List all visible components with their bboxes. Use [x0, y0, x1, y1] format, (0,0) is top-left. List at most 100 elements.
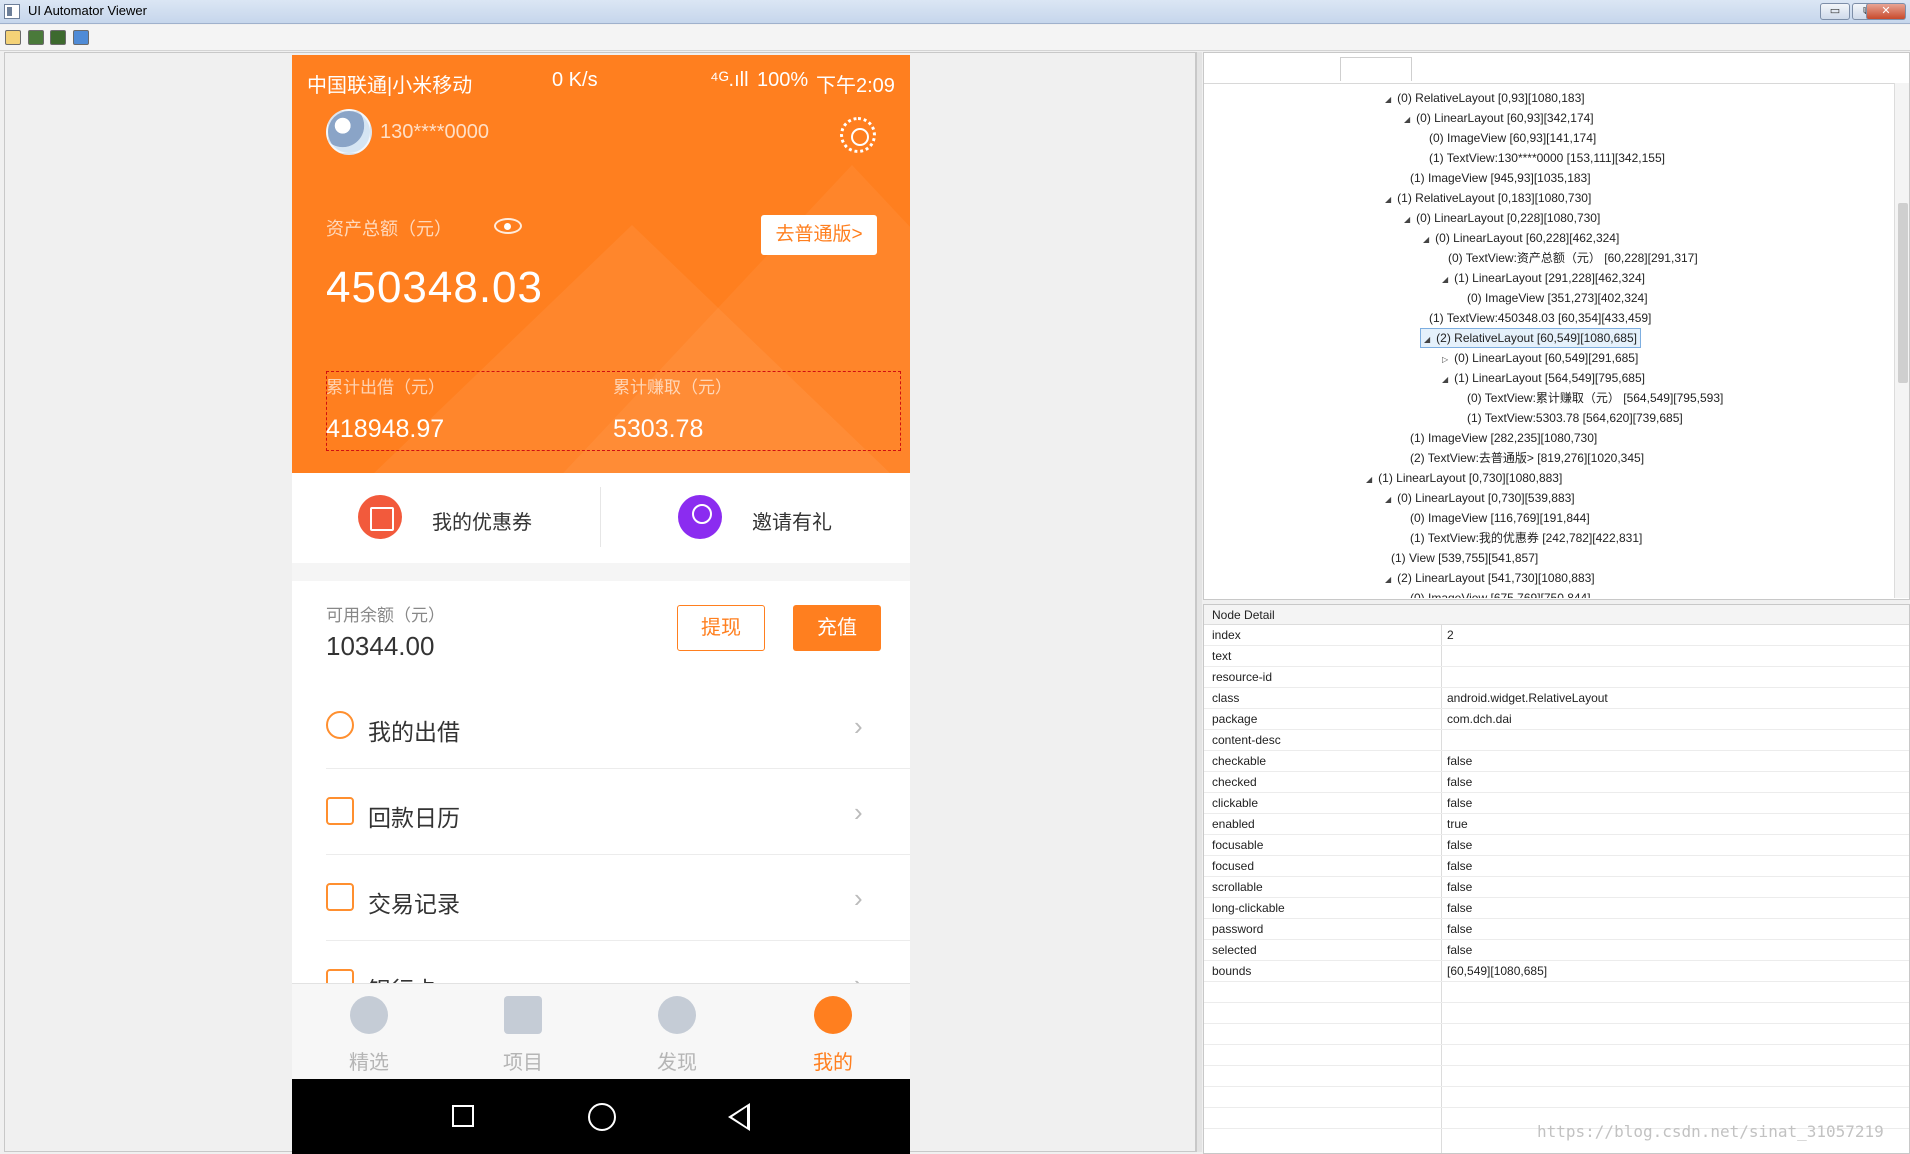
expand-toggle-icon[interactable]: ◢	[1424, 335, 1430, 344]
avatar[interactable]	[326, 109, 372, 155]
detail-value[interactable]: com.dch.dai	[1447, 709, 1907, 729]
node-detail-row[interactable]: selected false	[1204, 940, 1909, 961]
tree-node[interactable]: (0) ImageView [116,769][191,844]	[1401, 508, 1593, 528]
expand-toggle-icon[interactable]: ◢	[1385, 575, 1391, 584]
node-detail-row[interactable]: package com.dch.dai	[1204, 709, 1909, 730]
tree-node[interactable]: ◢ (1) RelativeLayout [0,183][1080,730]	[1382, 188, 1594, 208]
home-icon[interactable]	[588, 1103, 616, 1131]
menu-item-repayment-calendar[interactable]: 回款日历 ›	[326, 769, 910, 855]
node-detail-row[interactable]: focusable false	[1204, 835, 1909, 856]
node-detail-row[interactable]: index 2	[1204, 625, 1909, 646]
tree-node[interactable]: (1) TextView:5303.78 [564,620][739,685]	[1458, 408, 1686, 428]
node-detail-row[interactable]: long-clickable false	[1204, 898, 1909, 919]
tree-node[interactable]: (0) ImageView [351,273][402,324]	[1458, 288, 1651, 308]
device-screenshot[interactable]: 中国联通|小米移动 0 K/s ⁴ᴳ.ıll 100% 下午2:09 130**…	[292, 55, 910, 1154]
tree-node[interactable]: ◢ (1) LinearLayout [564,549][795,685]	[1439, 368, 1648, 388]
tree-node[interactable]: ◢ (0) LinearLayout [60,228][462,324]	[1420, 228, 1622, 248]
tree-node[interactable]: (1) TextView:130****0000 [153,111][342,1…	[1420, 148, 1668, 168]
tree-node[interactable]: ◢ (0) RelativeLayout [0,93][1080,183]	[1382, 88, 1588, 108]
expand-toggle-icon[interactable]: ◢	[1442, 275, 1448, 284]
tree-node[interactable]: ▷ (0) LinearLayout [60,549][291,685]	[1439, 348, 1641, 368]
tree-scrollbar[interactable]	[1894, 83, 1909, 598]
tree-node[interactable]: (1) View [539,755][541,857]	[1382, 548, 1541, 568]
tree-scroll-thumb[interactable]	[1898, 203, 1908, 383]
normal-version-button[interactable]: 去普通版>	[761, 215, 877, 255]
tree-node[interactable]: (2) TextView:去普通版> [819,276][1020,345]	[1401, 448, 1647, 468]
node-detail-row[interactable]: content-desc	[1204, 730, 1909, 751]
expand-toggle-icon[interactable]: ▷	[1442, 355, 1448, 364]
menu-item-bank-card[interactable]: 银行卡 ›	[326, 941, 910, 983]
node-detail-row[interactable]: password false	[1204, 919, 1909, 940]
tree-node[interactable]: (1) TextView:450348.03 [60,354][433,459]	[1420, 308, 1654, 328]
tree-node[interactable]: ◢ (0) LinearLayout [0,228][1080,730]	[1401, 208, 1603, 228]
expand-toggle-icon[interactable]: ◢	[1366, 475, 1372, 484]
tree-node[interactable]: ◢ (1) LinearLayout [291,228][462,324]	[1439, 268, 1648, 288]
back-icon[interactable]	[728, 1103, 750, 1131]
save-icon[interactable]	[73, 30, 89, 45]
close-button[interactable]: ✕	[1866, 3, 1906, 20]
settings-gear-icon[interactable]	[840, 117, 876, 153]
node-detail-row[interactable]: class android.widget.RelativeLayout	[1204, 688, 1909, 709]
detail-value[interactable]: false	[1447, 835, 1907, 855]
node-detail-row[interactable]: focused false	[1204, 856, 1909, 877]
tree-node[interactable]: (0) ImageView [60,93][141,174]	[1420, 128, 1599, 148]
my-coupons-label[interactable]: 我的优惠券	[432, 506, 532, 535]
withdraw-button[interactable]: 提现	[677, 605, 765, 651]
menu-item-transactions[interactable]: 交易记录 ›	[326, 855, 910, 941]
device-screenshot-icon[interactable]	[28, 30, 44, 45]
tree-node[interactable]: ◢ (2) RelativeLayout [60,549][1080,685]	[1420, 328, 1641, 348]
menu-item-my-lending[interactable]: 我的出借 ›	[326, 683, 910, 769]
detail-value[interactable]: false	[1447, 856, 1907, 876]
tab-discover[interactable]: 发现	[600, 984, 754, 1080]
tree-node[interactable]: (1) ImageView [282,235][1080,730]	[1401, 428, 1600, 448]
node-detail-row[interactable]: clickable false	[1204, 793, 1909, 814]
detail-value[interactable]: false	[1447, 772, 1907, 792]
tree-node[interactable]: (0) TextView:累计赚取（元） [564,549][795,593]	[1458, 388, 1726, 408]
visibility-eye-icon[interactable]	[494, 218, 522, 234]
tab-featured[interactable]: 精选	[292, 984, 446, 1080]
detail-value[interactable]: false	[1447, 919, 1907, 939]
tree-node[interactable]: ◢ (0) LinearLayout [0,730][539,883]	[1382, 488, 1578, 508]
tree-node[interactable]: ◢ (1) LinearLayout [0,730][1080,883]	[1363, 468, 1565, 488]
tree-node[interactable]: (1) ImageView [945,93][1035,183]	[1401, 168, 1594, 188]
invite-label[interactable]: 邀请有礼	[752, 506, 832, 535]
detail-value[interactable]: android.widget.RelativeLayout	[1447, 688, 1907, 708]
expand-toggle-icon[interactable]: ◢	[1442, 375, 1448, 384]
expand-toggle-icon[interactable]: ◢	[1423, 235, 1429, 244]
detail-value[interactable]: false	[1447, 877, 1907, 897]
expand-toggle-icon[interactable]: ◢	[1385, 95, 1391, 104]
node-detail-row[interactable]: text	[1204, 646, 1909, 667]
tree-node[interactable]: (0) ImageView [675,769][750,844]	[1401, 588, 1594, 598]
hierarchy-tree[interactable]: ◢ (0) RelativeLayout [0,93][1080,183] ◢ (0)…	[1204, 83, 1894, 598]
expand-toggle-icon[interactable]: ◢	[1385, 195, 1391, 204]
node-detail-row[interactable]: bounds [60,549][1080,685]	[1204, 961, 1909, 982]
hierarchy-search-tab[interactable]	[1340, 57, 1412, 81]
tree-node[interactable]: ◢ (0) LinearLayout [60,93][342,174]	[1401, 108, 1597, 128]
minimize-button[interactable]: ▭	[1820, 3, 1850, 20]
tree-node[interactable]: (0) TextView:资产总额（元） [60,228][291,317]	[1439, 248, 1701, 268]
gift-coupon-icon[interactable]	[358, 495, 402, 539]
detail-value[interactable]: 2	[1447, 625, 1907, 645]
invite-user-icon[interactable]	[678, 495, 722, 539]
node-detail-row[interactable]: enabled true	[1204, 814, 1909, 835]
recharge-button[interactable]: 充值	[793, 605, 881, 651]
expand-toggle-icon[interactable]: ◢	[1404, 115, 1410, 124]
node-detail-row[interactable]: checkable false	[1204, 751, 1909, 772]
expand-toggle-icon[interactable]: ◢	[1385, 495, 1391, 504]
detail-value[interactable]: true	[1447, 814, 1907, 834]
detail-value[interactable]: false	[1447, 751, 1907, 771]
expand-toggle-icon[interactable]: ◢	[1404, 215, 1410, 224]
tab-projects[interactable]: 项目	[446, 984, 600, 1080]
open-folder-icon[interactable]	[5, 30, 21, 45]
pane-splitter[interactable]	[1196, 52, 1202, 1152]
tab-mine[interactable]: 我的	[756, 984, 910, 1080]
detail-value[interactable]: [60,549][1080,685]	[1447, 961, 1907, 981]
device-screenshot-compressed-icon[interactable]	[50, 30, 66, 45]
tree-node[interactable]: (1) TextView:我的优惠券 [242,782][422,831]	[1401, 528, 1645, 548]
node-detail-row[interactable]: scrollable false	[1204, 877, 1909, 898]
node-detail-row[interactable]: checked false	[1204, 772, 1909, 793]
tree-node[interactable]: ◢ (2) LinearLayout [541,730][1080,883]	[1382, 568, 1598, 588]
detail-value[interactable]: false	[1447, 940, 1907, 960]
node-detail-row[interactable]: resource-id	[1204, 667, 1909, 688]
detail-value[interactable]: false	[1447, 793, 1907, 813]
